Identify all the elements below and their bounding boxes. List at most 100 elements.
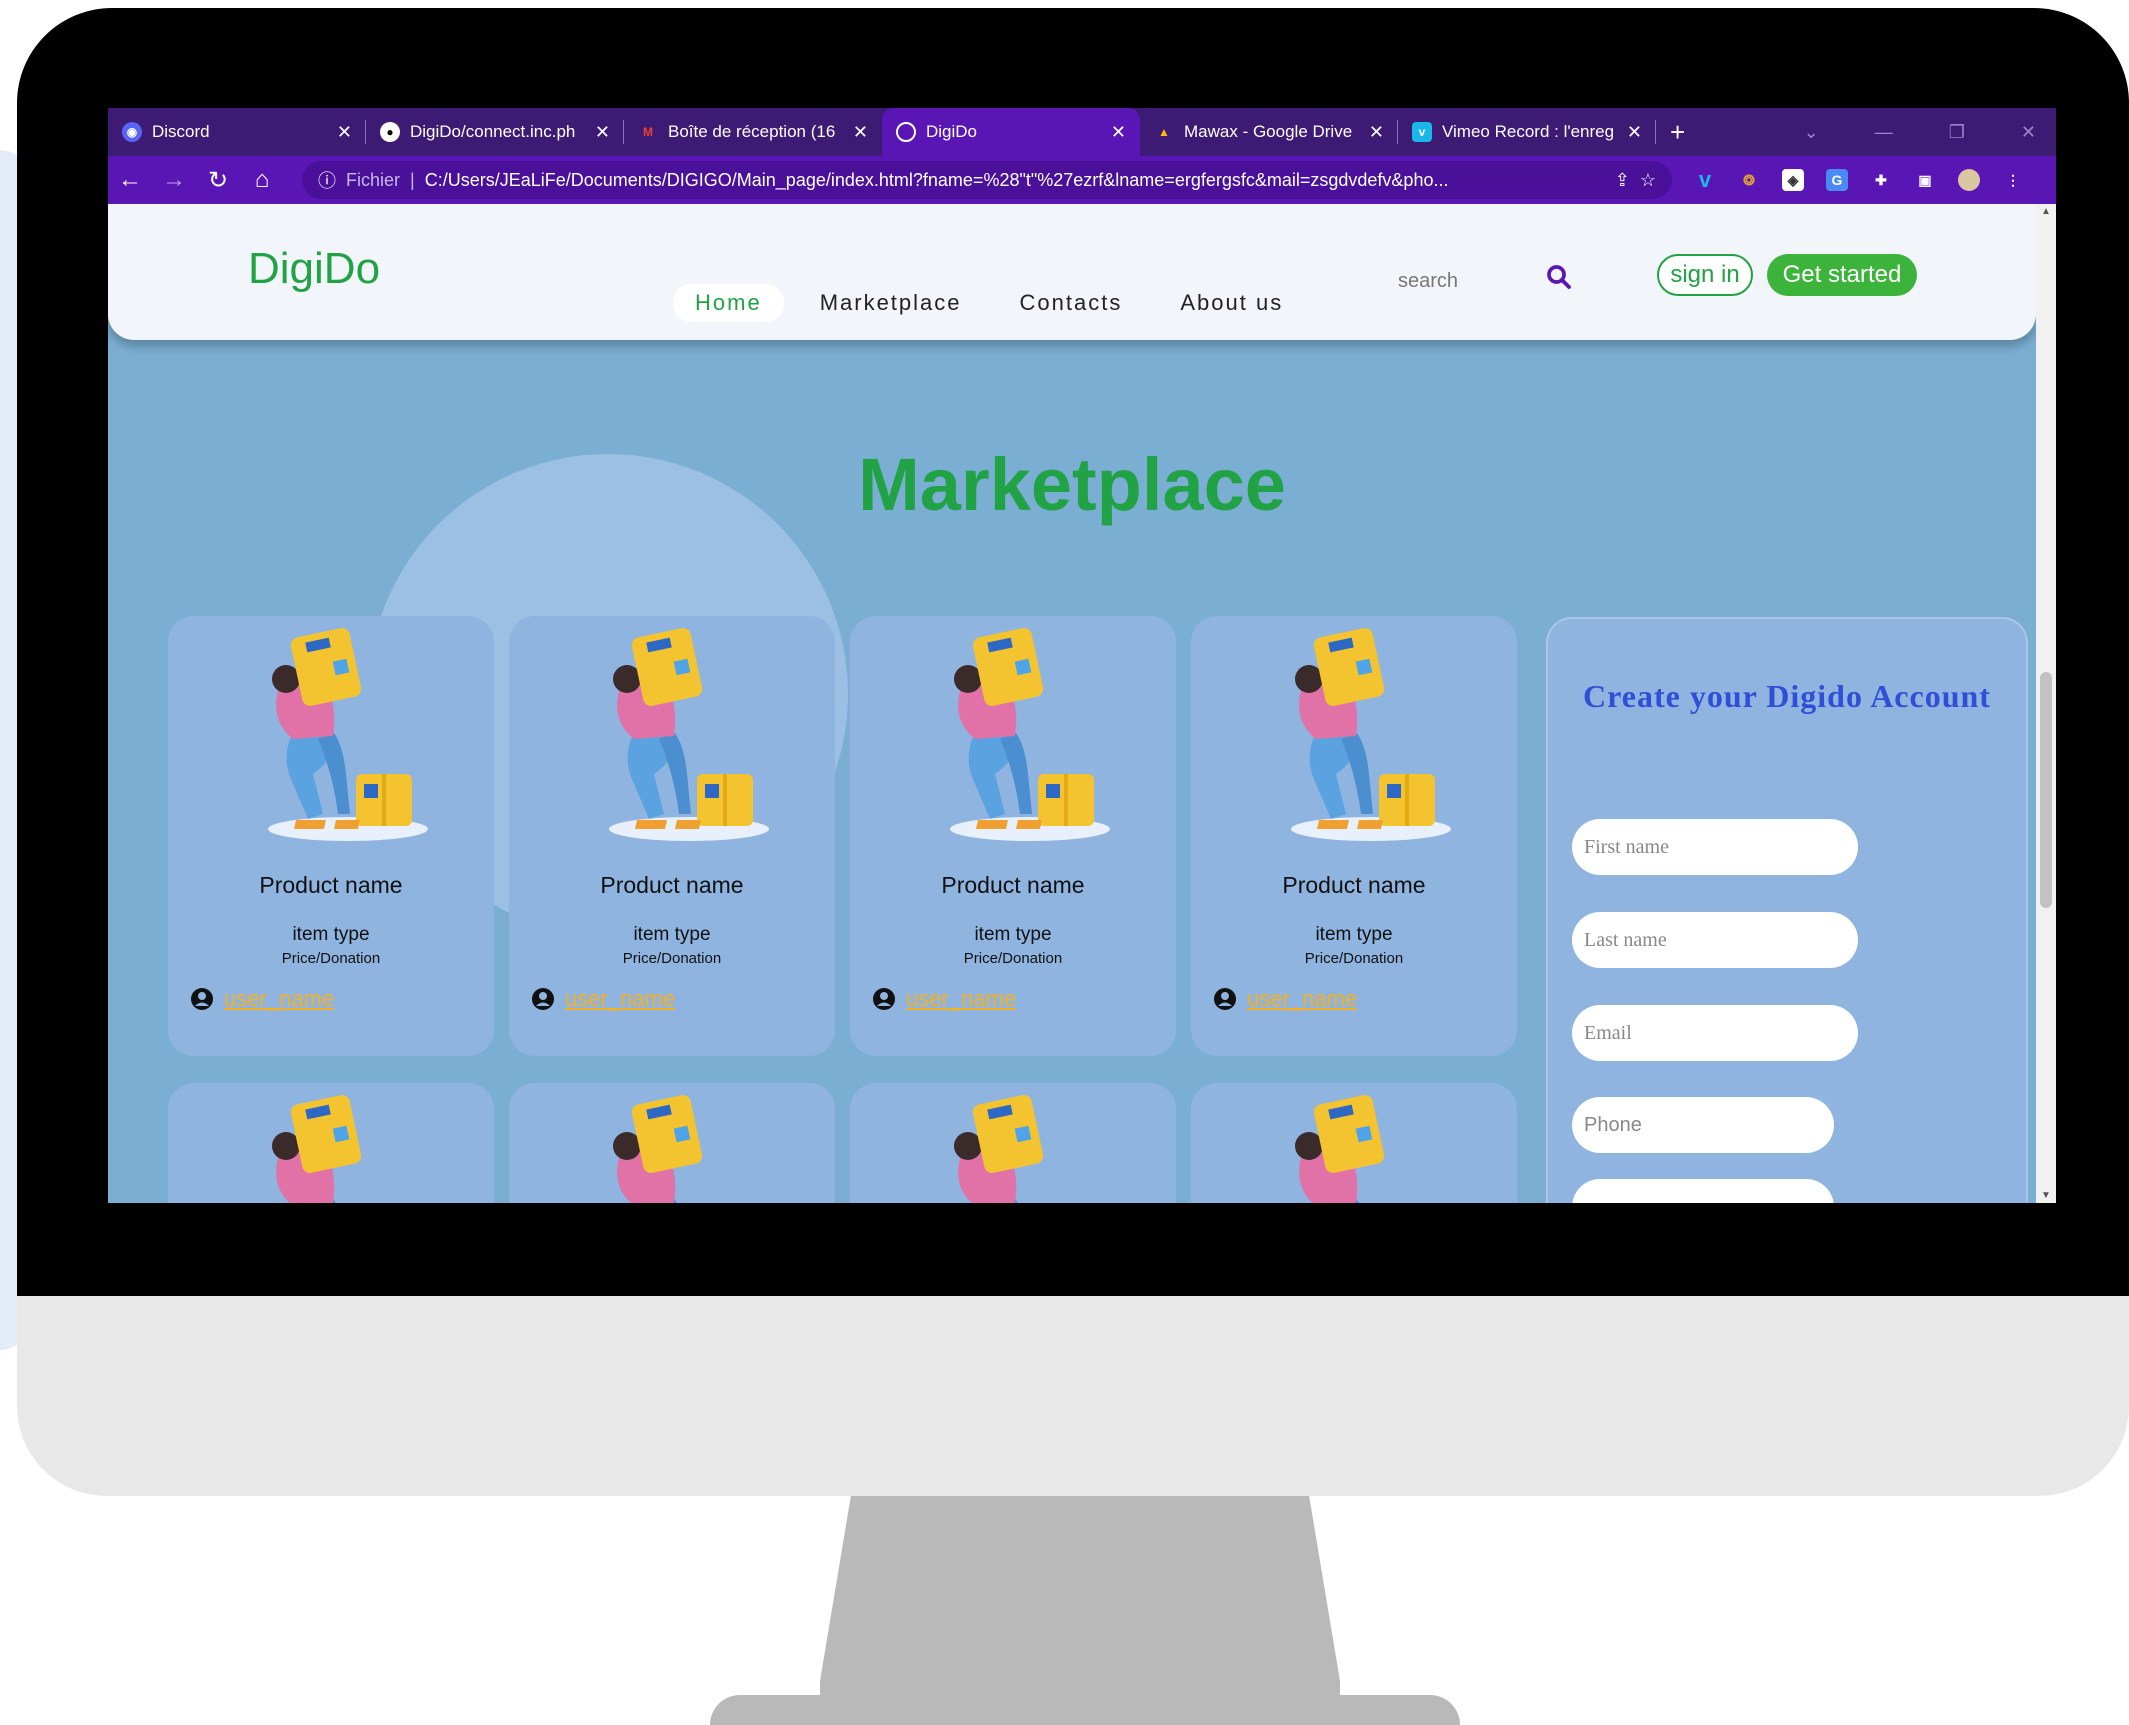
globe-icon [896,122,916,142]
browser-window: ◉ Discord ✕ ● DigiDo/connect.inc.ph ✕ M … [108,108,2056,1203]
browser-tab[interactable]: ◉ Discord ✕ [108,108,366,156]
product-price: Price/Donation [622,950,722,967]
seller-username-link[interactable]: user_name [906,986,1016,1012]
product-card[interactable]: Product name item type Price/Donation us… [1191,616,1517,1056]
product-name[interactable]: Product name [850,872,1176,899]
tab-bar: ◉ Discord ✕ ● DigiDo/connect.inc.ph ✕ M … [108,108,2056,156]
close-tab-icon[interactable]: ✕ [1111,122,1126,143]
tab-title: Mawax - Google Drive [1184,122,1353,141]
home-icon[interactable]: ⌂ [240,166,284,194]
scroll-thumb[interactable] [2040,672,2052,908]
close-tab-icon[interactable]: ✕ [853,122,868,143]
close-tab-icon[interactable]: ✕ [1369,122,1384,143]
site-logo[interactable]: DigiDo [248,244,380,294]
translate-extension-icon[interactable]: G [1826,169,1848,191]
phone-field[interactable]: Phone [1572,1097,1834,1153]
browser-tab[interactable]: ▲ Mawax - Google Drive ✕ [1140,108,1398,156]
product-name[interactable]: Product name [1191,872,1517,899]
product-price: Price/Donation [963,950,1063,967]
product-price: Price/Donation [281,950,381,967]
cookie-extension-icon[interactable]: ❂ [1738,169,1760,191]
search-icon[interactable] [1544,262,1574,292]
seller-username-link[interactable]: user_name [565,986,675,1012]
menu-icon[interactable]: ⋮ [2002,169,2024,191]
drive-icon: ▲ [1158,125,1170,139]
scroll-up-icon[interactable]: ▲ [2036,206,2056,217]
new-tab-button[interactable]: + [1670,117,1685,148]
product-card[interactable]: Product name item type Price/Donation us… [850,1083,1176,1203]
seller: user_name [1213,986,1357,1012]
share-icon[interactable]: ⇪ [1615,170,1630,191]
user-circle-icon [873,988,895,1010]
browser-tab[interactable]: v Vimeo Record : l'enreg ✕ [1398,108,1656,156]
delivery-person-illustration [272,1095,362,1203]
seller-username-link[interactable]: user_name [1247,986,1357,1012]
next-field[interactable] [1572,1179,1834,1203]
product-card[interactable]: Product name item type Price/Donation us… [168,1083,494,1203]
extensions-toolbar: v ❂ ◈ G ✚ ▣ ⋮ [1694,167,2024,192]
nav-marketplace[interactable]: Marketplace [798,284,984,322]
close-tab-icon[interactable]: ✕ [337,122,352,143]
product-card[interactable]: Product name item type Price/Donation us… [168,616,494,1056]
page-title: Marketplace [858,443,1286,526]
vimeo-extension-icon[interactable]: v [1694,167,1716,192]
get-started-button[interactable]: Get started [1767,254,1917,296]
close-window-icon[interactable]: ✕ [2021,122,2036,143]
back-icon[interactable]: ← [108,166,152,194]
browser-tab[interactable]: ● DigiDo/connect.inc.ph ✕ [366,108,624,156]
product-name[interactable]: Product name [509,872,835,899]
tab-title: Discord [152,122,210,141]
monitor-stand-base [710,1695,1460,1725]
browser-tab[interactable]: M Boîte de réception (16 ✕ [624,108,882,156]
info-icon[interactable]: ⓘ [318,167,336,193]
tab-title: DigiDo [926,122,978,141]
last-name-field[interactable]: Last name [1572,912,1858,968]
github-icon: ● [380,122,400,142]
seller: user_name [531,986,675,1012]
product-card[interactable]: Product name item type Price/Donation us… [509,1083,835,1203]
url-input[interactable]: ⓘ Fichier | C:/Users/JEaLiFe/Documents/D… [302,161,1672,199]
form-title: Create your Digido Account [1583,678,1991,714]
product-card[interactable]: Product name item type Price/Donation us… [509,616,835,1056]
nav-about-us[interactable]: About us [1158,284,1305,322]
forward-icon[interactable]: → [152,166,196,194]
gmail-icon: M [643,125,653,139]
restore-icon[interactable]: ❐ [1949,122,1965,143]
minimize-icon[interactable]: — [1875,122,1893,143]
page-scrollbar[interactable]: ▲ ▼ [2036,204,2056,1203]
email-field[interactable]: Email [1572,1005,1858,1061]
seller-username-link[interactable]: user_name [224,986,334,1012]
product-card[interactable]: Product name item type Price/Donation us… [850,616,1176,1056]
delivery-person-illustration [613,1095,703,1203]
puzzle-extensions-icon[interactable]: ✚ [1870,169,1892,191]
search-input[interactable]: search [1398,270,1458,293]
url-scheme: Fichier [346,169,401,190]
tab-title: Boîte de réception (16 [668,122,836,141]
first-name-field[interactable]: First name [1572,819,1858,875]
item-type: item type [1315,924,1393,945]
close-tab-icon[interactable]: ✕ [1627,122,1642,143]
sign-in-button[interactable]: sign in [1657,254,1753,296]
close-tab-icon[interactable]: ✕ [595,122,610,143]
tab-title: DigiDo/connect.inc.ph [410,122,576,141]
product-price: Price/Donation [1304,950,1404,967]
user-circle-icon [1214,988,1236,1010]
browser-tab-active[interactable]: DigiDo ✕ [882,108,1140,156]
nav-contacts[interactable]: Contacts [998,284,1145,322]
item-type: item type [974,924,1052,945]
product-card[interactable]: Product name item type Price/Donation us… [1191,1083,1517,1203]
product-grid: Product name item type Price/Donation us… [168,616,1517,1203]
tab-search-icon[interactable]: ⌄ [1804,122,1819,143]
seller: user_name [190,986,334,1012]
product-name[interactable]: Product name [168,872,494,899]
monitor-stand [820,1494,1340,1714]
profile-avatar-icon[interactable] [1958,169,1980,191]
signup-form: Create your Digido Account First name La… [1546,617,2028,1203]
bookmark-star-icon[interactable]: ☆ [1640,170,1656,191]
scroll-down-icon[interactable]: ▼ [2036,1190,2056,1201]
nav-home[interactable]: Home [673,284,784,322]
reload-icon[interactable]: ↻ [196,166,240,195]
delivery-person-illustration [268,628,428,841]
shield-extension-icon[interactable]: ◈ [1782,169,1804,191]
sidepanel-icon[interactable]: ▣ [1914,169,1936,191]
